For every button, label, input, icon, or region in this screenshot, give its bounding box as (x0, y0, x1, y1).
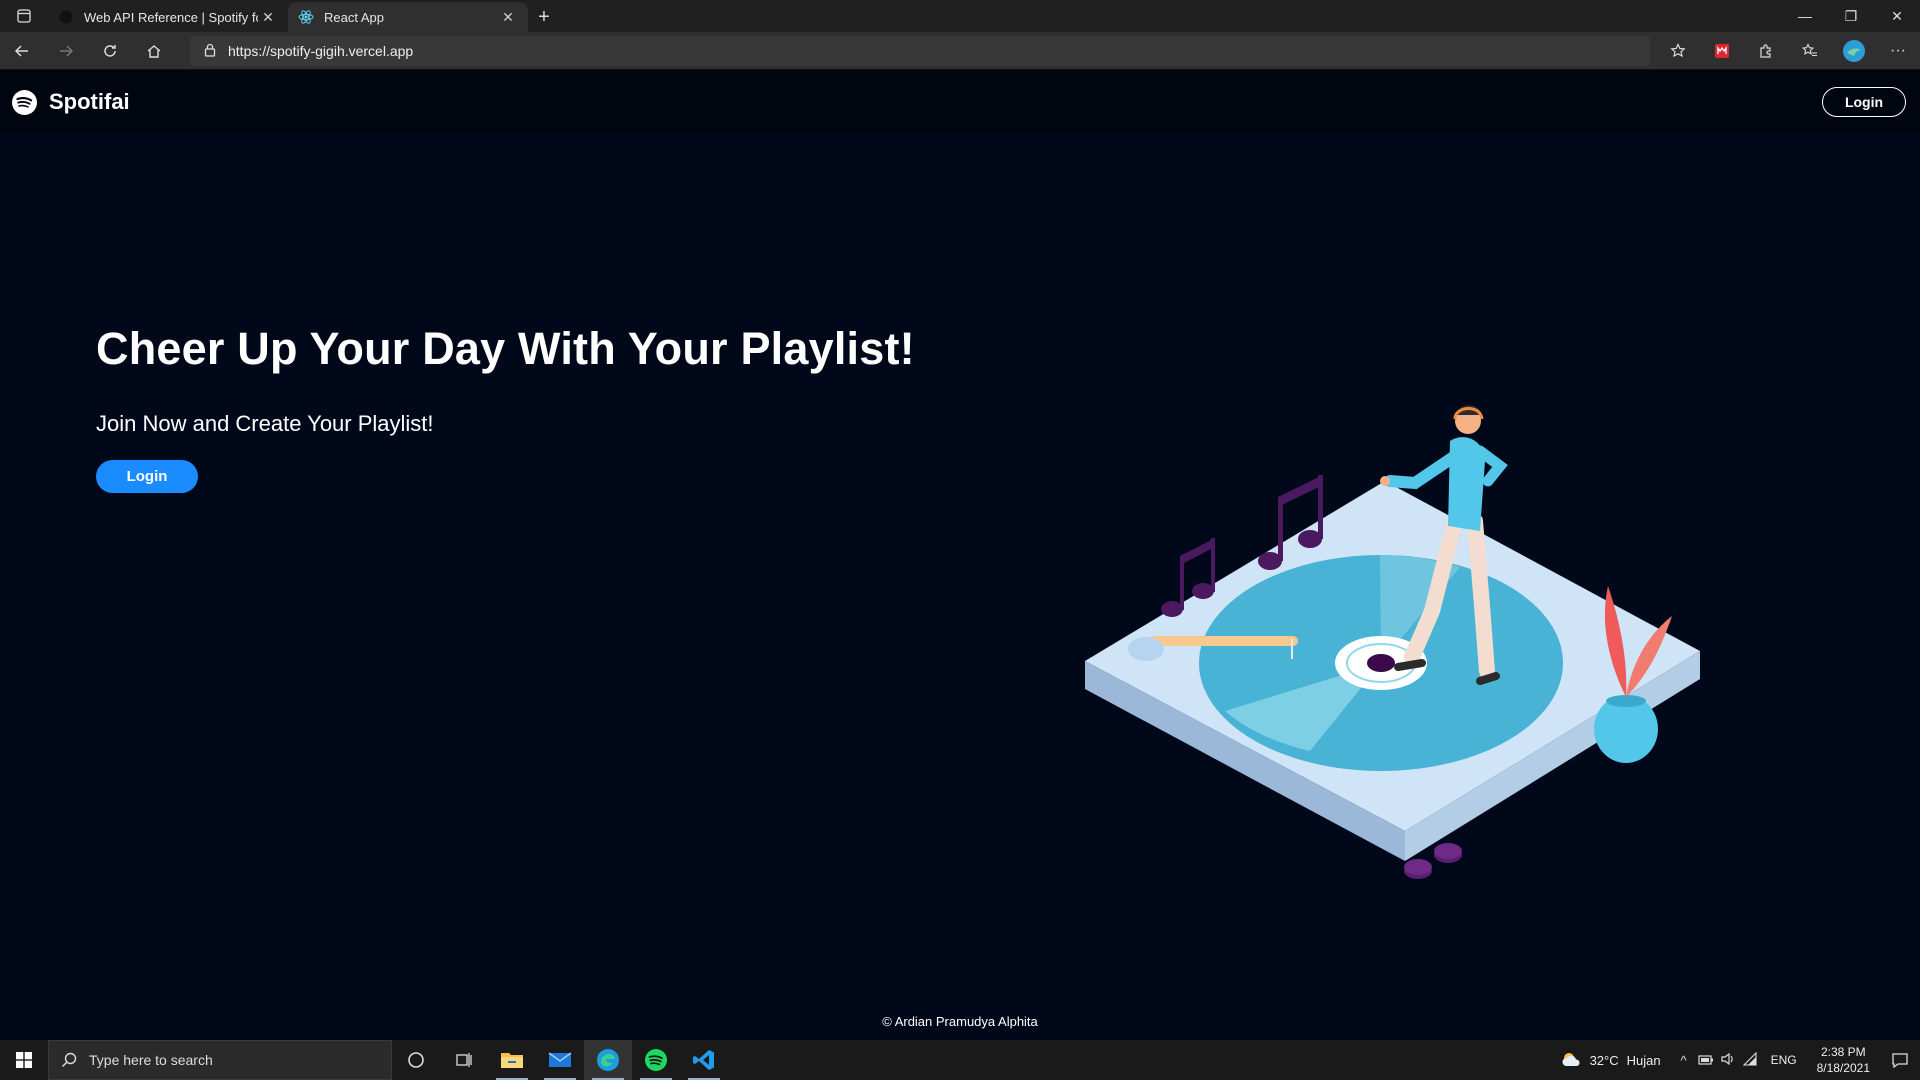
footer-copyright: © Ardian Pramudya Alphita (882, 1014, 1038, 1029)
back-arrow-icon (14, 44, 28, 57)
vscode-button[interactable] (680, 1040, 728, 1080)
tab-actions-icon (17, 9, 31, 23)
lock-icon[interactable] (204, 43, 216, 60)
restore-button[interactable]: ❐ (1828, 0, 1874, 32)
cortana-button[interactable] (392, 1040, 440, 1080)
input-language[interactable]: ENG (1771, 1053, 1797, 1067)
more-icon: ··· (1890, 42, 1906, 59)
wifi-icon[interactable] (1739, 1051, 1761, 1069)
notification-center-button[interactable] (1880, 1052, 1920, 1068)
spotify-button[interactable] (632, 1040, 680, 1080)
vscode-icon (693, 1050, 714, 1070)
taskbar: Type here to search 32°C Hujan ^ ENG 2:3… (0, 1040, 1920, 1080)
close-tab-icon[interactable]: ✕ (498, 9, 518, 26)
favorites-button[interactable] (1788, 32, 1832, 70)
start-button[interactable] (0, 1040, 48, 1080)
hero-title: Cheer Up Your Day With Your Playlist! (96, 323, 915, 374)
browser-toolbar: https://spotify-gigih.vercel.app ··· (0, 32, 1920, 70)
weather-condition: Hujan (1626, 1052, 1661, 1068)
spotify-dev-icon (58, 9, 74, 25)
tab-title: Web API Reference | Spotify for Develope… (84, 9, 258, 25)
profile-button[interactable] (1832, 32, 1876, 70)
address-url: https://spotify-gigih.vercel.app (228, 43, 414, 59)
mail-button[interactable] (536, 1040, 584, 1080)
task-view-button[interactable] (440, 1040, 488, 1080)
task-view-icon (456, 1053, 472, 1067)
forward-arrow-icon (60, 44, 74, 57)
mail-icon (548, 1052, 572, 1067)
window-controls: — ❐ ✕ (1782, 0, 1920, 32)
tab-spotify-docs[interactable]: Web API Reference | Spotify for Develope… (48, 2, 288, 32)
tab-actions-button[interactable] (0, 0, 48, 32)
cortana-icon (408, 1052, 424, 1068)
weather-widget[interactable]: 32°C Hujan (1560, 1051, 1661, 1069)
home-icon (147, 44, 161, 58)
edge-button[interactable] (584, 1040, 632, 1080)
extension-button[interactable] (1700, 32, 1744, 70)
tab-react-app[interactable]: React App ✕ (288, 2, 528, 32)
clock[interactable]: 2:38 PM 8/18/2021 (1817, 1044, 1870, 1076)
spotify-icon (645, 1049, 667, 1071)
edge-icon (597, 1049, 619, 1071)
puzzle-icon (1760, 44, 1771, 58)
windows-logo-icon (16, 1052, 32, 1068)
taskbar-search[interactable]: Type here to search (48, 1040, 392, 1080)
app-header: Spotifai Login (0, 71, 1920, 133)
star-plus-icon (1670, 43, 1686, 58)
close-tab-icon[interactable]: ✕ (258, 9, 278, 26)
forward-button[interactable] (44, 32, 88, 70)
volume-icon[interactable] (1717, 1052, 1739, 1069)
extension-m-icon (1715, 44, 1729, 58)
home-button[interactable] (132, 32, 176, 70)
brand[interactable]: Spotifai (12, 89, 130, 115)
file-explorer-button[interactable] (488, 1040, 536, 1080)
browser-tab-strip: Web API Reference | Spotify for Develope… (0, 0, 1920, 32)
hero-login-button[interactable]: Login (96, 460, 198, 493)
react-icon (298, 9, 314, 25)
clock-date: 8/18/2021 (1816, 1061, 1870, 1075)
extensions-button[interactable] (1744, 32, 1788, 70)
address-bar[interactable]: https://spotify-gigih.vercel.app (190, 36, 1650, 66)
spotify-logo-icon (12, 89, 37, 115)
notification-icon (1892, 1053, 1908, 1068)
favorites-icon (1802, 43, 1817, 57)
app-page: Spotifai Login Cheer Up Your Day With Yo… (0, 71, 1920, 1041)
hero-subtitle: Join Now and Create Your Playlist! (96, 411, 434, 436)
new-tab-button[interactable]: + (528, 2, 560, 32)
close-window-button[interactable]: ✕ (1874, 0, 1920, 32)
browser-extensions: ··· (1656, 32, 1920, 70)
folder-icon (501, 1053, 523, 1068)
tab-title: React App (324, 9, 384, 25)
add-favorite-button[interactable] (1656, 32, 1700, 70)
clock-time: 2:38 PM (1820, 1045, 1866, 1059)
header-login-button[interactable]: Login (1822, 87, 1906, 117)
search-icon (62, 1052, 77, 1067)
refresh-icon (104, 44, 116, 57)
chevron-up-icon[interactable]: ^ (1673, 1053, 1695, 1068)
more-button[interactable]: ··· (1876, 32, 1920, 70)
system-tray: 32°C Hujan ^ ENG 2:38 PM 8/18/2021 (1560, 1040, 1920, 1080)
minimize-button[interactable]: — (1782, 0, 1828, 32)
brand-name: Spotifai (49, 89, 130, 114)
refresh-button[interactable] (88, 32, 132, 70)
avatar (1843, 40, 1865, 62)
turntable-illustration (1085, 405, 1700, 879)
search-placeholder: Type here to search (89, 1052, 213, 1068)
cloud-rain-icon (1562, 1053, 1580, 1066)
battery-icon[interactable] (1695, 1053, 1717, 1068)
back-button[interactable] (0, 32, 44, 70)
weather-temperature: 32°C (1589, 1052, 1619, 1068)
